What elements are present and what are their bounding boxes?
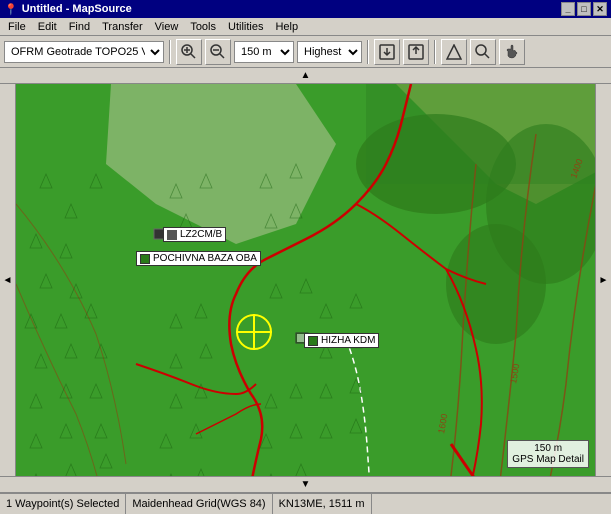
map-area[interactable]: 1400 1500 1600	[16, 84, 595, 476]
scale-overlay: 150 m GPS Map Detail	[507, 440, 589, 468]
hand-tool-button[interactable]	[499, 39, 525, 65]
crosshair	[236, 314, 272, 350]
minimize-button[interactable]: _	[561, 2, 575, 16]
receive-from-device-button[interactable]	[403, 39, 429, 65]
status-grid: Maidenhead Grid(WGS 84)	[126, 494, 272, 514]
status-waypoints: 1 Waypoint(s) Selected	[0, 494, 126, 514]
map-selector[interactable]: OFRM Geotrade TOPO25 V5.00ML	[4, 41, 164, 63]
menu-help[interactable]: Help	[269, 19, 304, 35]
send-to-device-button[interactable]	[374, 39, 400, 65]
label-pochivna[interactable]: POCHIVNA BAZA OBA	[136, 251, 261, 266]
close-button[interactable]: ✕	[593, 2, 607, 16]
scroll-down-button[interactable]: ▼	[0, 476, 611, 492]
scale-value: 150 m	[512, 443, 584, 454]
poi-icon-2	[308, 336, 318, 346]
menu-edit[interactable]: Edit	[32, 19, 63, 35]
window-title: Untitled - MapSource	[22, 3, 132, 15]
zoom-in-button[interactable]	[176, 39, 202, 65]
scroll-left-button[interactable]: ◄	[0, 84, 16, 476]
label-lz2cmb[interactable]: LZ2CM/B	[163, 227, 226, 242]
waypoints-text: 1 Waypoint(s) Selected	[6, 498, 119, 510]
scale-label: GPS Map Detail	[512, 454, 584, 465]
zoom-out-button[interactable]	[205, 39, 231, 65]
waypoint-icon	[167, 230, 177, 240]
menu-tools[interactable]: Tools	[184, 19, 222, 35]
menu-find[interactable]: Find	[63, 19, 96, 35]
coords-text: KN13ME, 1511 m	[279, 498, 365, 510]
main-area: ▲ ◄	[0, 68, 611, 492]
map-middle: ◄	[0, 84, 611, 476]
find-button[interactable]	[470, 39, 496, 65]
menu-transfer[interactable]: Transfer	[96, 19, 149, 35]
menu-view[interactable]: View	[149, 19, 185, 35]
scroll-right-button[interactable]: ►	[595, 84, 611, 476]
distance-selector[interactable]: 150 m 100 m 200 m	[234, 41, 294, 63]
title-bar-controls[interactable]: _ □ ✕	[561, 2, 607, 16]
label-pochivna-text: POCHIVNA BAZA OBA	[153, 253, 257, 264]
quality-selector[interactable]: Highest High Medium	[297, 41, 362, 63]
label-hizha-text: HIZHA KDM	[321, 335, 375, 346]
menu-utilities[interactable]: Utilities	[222, 19, 269, 35]
toolbar-separator-1	[169, 40, 171, 64]
menu-bar: File Edit Find Transfer View Tools Utili…	[0, 18, 611, 36]
title-bar-left: 📍 Untitled - MapSource	[4, 3, 132, 16]
title-bar: 📍 Untitled - MapSource _ □ ✕	[0, 0, 611, 18]
menu-file[interactable]: File	[2, 19, 32, 35]
toolbar-separator-2	[367, 40, 369, 64]
status-coords: KN13ME, 1511 m	[273, 494, 372, 514]
label-hizha[interactable]: HIZHA KDM	[304, 333, 379, 348]
toolbar: OFRM Geotrade TOPO25 V5.00ML 150 m 100 m…	[0, 36, 611, 68]
waypoint-tool-button[interactable]	[441, 39, 467, 65]
map-container: ▲ ◄	[0, 68, 611, 492]
toolbar-separator-3	[434, 40, 436, 64]
maximize-button[interactable]: □	[577, 2, 591, 16]
grid-text: Maidenhead Grid(WGS 84)	[132, 498, 265, 510]
poi-icon-1	[140, 254, 150, 264]
map-svg: 1400 1500 1600	[16, 84, 595, 476]
label-lz2cmb-text: LZ2CM/B	[180, 229, 222, 240]
status-bar: 1 Waypoint(s) Selected Maidenhead Grid(W…	[0, 492, 611, 514]
scroll-up-button[interactable]: ▲	[0, 68, 611, 84]
app-icon: 📍	[4, 3, 18, 16]
